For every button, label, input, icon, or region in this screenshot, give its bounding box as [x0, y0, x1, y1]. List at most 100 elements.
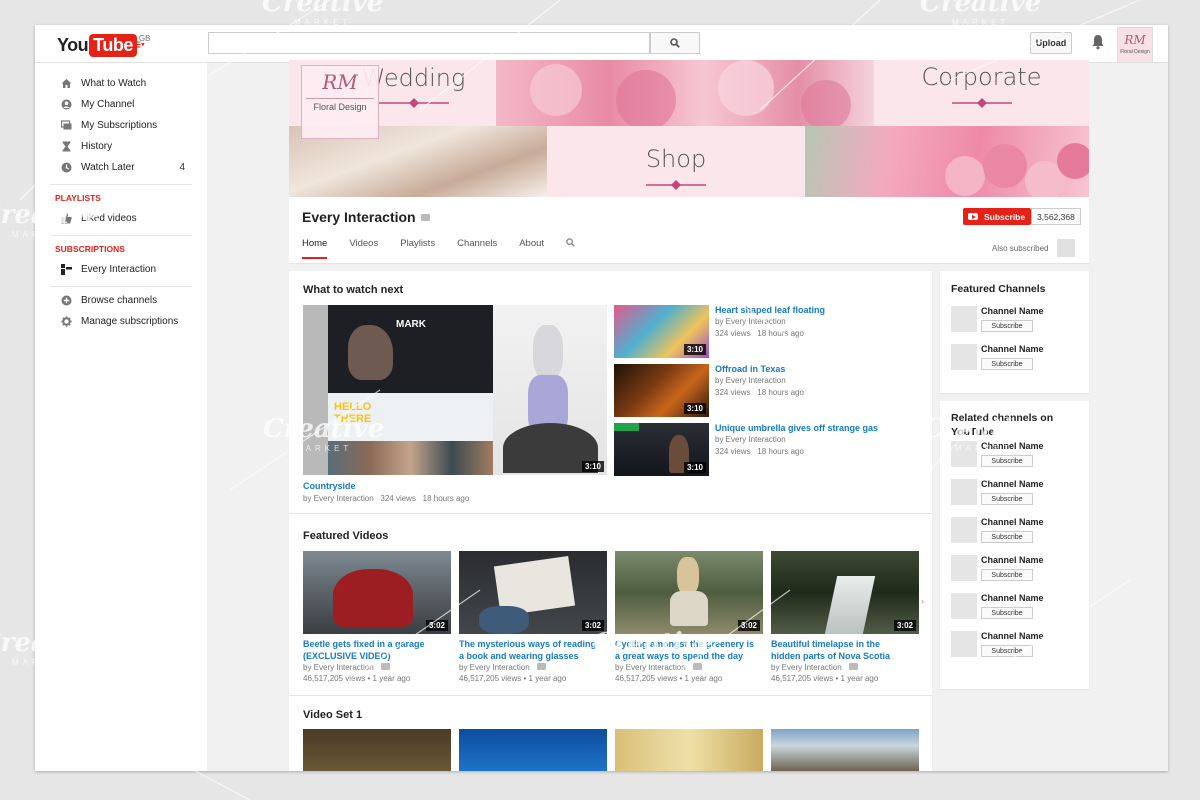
channel-name[interactable]: Channel Name — [981, 517, 1044, 527]
channel-avatar[interactable] — [951, 441, 977, 467]
side-video-title[interactable]: Unique umbrella gives off strange gas — [715, 422, 878, 434]
featured-video-title[interactable]: Beetle gets fixed in a garage (EXCLUSIVE … — [303, 638, 425, 662]
video-duration: 3:10 — [581, 461, 604, 472]
logo-tube-text: Tube — [89, 34, 137, 57]
sidebar-item-every-interaction[interactable]: Every Interaction — [35, 259, 207, 280]
channel-subscribe-button[interactable]: Subscribe — [981, 455, 1033, 467]
tab-videos[interactable]: Videos — [349, 238, 378, 259]
search-input[interactable] — [208, 32, 650, 54]
video-set-thumbnail[interactable] — [771, 729, 919, 771]
sidebar-item-liked-videos[interactable]: Liked videos — [35, 208, 207, 229]
video-channel[interactable]: by Every Interaction — [303, 494, 374, 503]
channel-logo[interactable]: RM Floral Design — [301, 65, 379, 139]
featured-video-title[interactable]: Cycling amongst the greenery is a great w… — [615, 638, 754, 662]
main-video-title[interactable]: Countryside — [303, 480, 356, 492]
tab-channels[interactable]: Channels — [457, 238, 497, 259]
subscribe-label: Subscribe — [984, 211, 1026, 222]
guide-menu-icon[interactable]: ≡▾ — [133, 37, 145, 51]
featured-channels-panel: Featured Channels Channel Name Subscribe… — [940, 271, 1089, 393]
subscribe-button[interactable]: Subscribe — [963, 208, 1031, 225]
notifications-bell-icon[interactable] — [1091, 34, 1105, 55]
account-avatar[interactable]: RM Floral Design — [1117, 27, 1153, 63]
channel-name[interactable]: Channel Name — [981, 555, 1044, 565]
featured-video-title[interactable]: The mysterious ways of reading a book and… — [459, 638, 596, 662]
video-views: 46,517,205 views — [615, 674, 678, 683]
channel-avatar[interactable] — [951, 631, 977, 657]
channel-name[interactable]: Channel Name — [981, 593, 1044, 603]
channel-subscribe-button[interactable]: Subscribe — [981, 531, 1033, 543]
title-line: Beetle gets fixed in a garage — [303, 639, 425, 649]
side-video-title[interactable]: Heart shaped leaf floating — [715, 304, 825, 316]
channel-subscribe-button[interactable]: Subscribe — [981, 320, 1033, 332]
video-stats: 46,517,205 views • 1 year ago — [771, 674, 879, 683]
video-stats: 324 views 18 hours ago — [715, 446, 804, 458]
tab-about[interactable]: About — [519, 238, 544, 259]
side-video-thumbnail[interactable]: 3:10 — [614, 305, 709, 358]
video-set-thumbnail[interactable] — [615, 729, 763, 771]
video-stats: 324 views 18 hours ago — [715, 387, 804, 399]
upload-button[interactable]: Upload — [1030, 32, 1072, 54]
channel-avatar[interactable] — [951, 593, 977, 619]
sidebar-item-manage-subscriptions[interactable]: Manage subscriptions — [35, 311, 207, 332]
clock-icon — [60, 162, 72, 174]
sidebar-item-what-to-watch[interactable]: What to Watch — [35, 73, 207, 94]
channel-avatar[interactable] — [951, 479, 977, 505]
channel-subscribe-button[interactable]: Subscribe — [981, 645, 1033, 657]
what-to-watch-heading: What to watch next — [303, 284, 404, 296]
channel-search-icon[interactable] — [566, 238, 575, 259]
sidebar-item-browse-channels[interactable]: Browse channels — [35, 290, 207, 311]
channel-subscribe-button[interactable]: Subscribe — [981, 607, 1033, 619]
sidebar-item-watch-later[interactable]: Watch Later 4 — [35, 157, 207, 178]
also-subscribed-avatar[interactable] — [1057, 239, 1075, 257]
side-video-title[interactable]: Offroad in Texas — [715, 363, 785, 375]
watermark-text: Creative — [920, 0, 1042, 18]
channel-name[interactable]: Channel Name — [981, 306, 1044, 316]
tab-playlists[interactable]: Playlists — [400, 238, 435, 259]
video-stats: 46,517,205 views • 1 year ago — [615, 674, 723, 683]
featured-video-thumbnail[interactable]: 3:02 — [459, 551, 607, 634]
video-set-thumbnail[interactable] — [303, 729, 451, 771]
channel-name[interactable]: Channel Name — [981, 631, 1044, 641]
side-video-thumbnail[interactable]: 3:10 — [614, 364, 709, 417]
side-video-thumbnail[interactable]: 3:10 — [614, 423, 709, 476]
ornament-icon — [951, 98, 1012, 108]
sidebar-item-my-channel[interactable]: My Channel — [35, 94, 207, 115]
subscriptions-heading[interactable]: SUBSCRIPTIONS — [35, 239, 207, 259]
channel-title[interactable]: Every Interaction — [302, 209, 430, 225]
video-set-heading: Video Set 1 — [303, 709, 363, 721]
channel-subscribe-button[interactable]: Subscribe — [981, 493, 1033, 505]
video-duration: 3:02 — [893, 620, 916, 631]
channel-avatar[interactable] — [951, 555, 977, 581]
channel-name[interactable]: Channel Name — [981, 479, 1044, 489]
banner-shop-title: Shop — [645, 145, 707, 173]
channel-avatar[interactable] — [951, 344, 977, 370]
main-video-thumbnail[interactable]: MARK HELLO THERE 3:10 — [303, 305, 607, 475]
carousel-next-icon[interactable]: › — [921, 596, 924, 606]
featured-video-title[interactable]: Beautiful timelapse in the hidden parts o… — [771, 638, 890, 662]
video-channel[interactable]: by Every Interaction — [715, 434, 786, 446]
channel-subscribe-button[interactable]: Subscribe — [981, 358, 1033, 370]
channel-avatar[interactable] — [951, 306, 977, 332]
video-views: 46,517,205 views — [771, 674, 834, 683]
featured-video-thumbnail[interactable]: 3:02 — [615, 551, 763, 634]
channel-name[interactable]: Channel Name — [981, 344, 1044, 354]
channel-name[interactable]: Channel Name — [981, 441, 1044, 451]
verified-icon — [420, 213, 430, 221]
masthead: You Tube GB ≡▾ Upload RM Floral Design — [35, 25, 1168, 63]
channel-avatar[interactable] — [951, 517, 977, 543]
video-channel[interactable]: by Every Interaction — [715, 316, 786, 328]
channel-subscribe-button[interactable]: Subscribe — [981, 569, 1033, 581]
video-views: 324 views — [380, 494, 416, 503]
channel-text: by Every Interaction — [615, 663, 686, 672]
playlists-heading[interactable]: PLAYLISTS — [35, 188, 207, 208]
video-channel[interactable]: by Every Interaction — [715, 375, 786, 387]
subscriber-count: 3,562,368 — [1031, 208, 1081, 225]
featured-video-thumbnail[interactable]: 3:02 — [771, 551, 919, 634]
video-set-thumbnail[interactable] — [459, 729, 607, 771]
sidebar-item-history[interactable]: History — [35, 136, 207, 157]
search-button[interactable] — [650, 32, 700, 54]
tab-home[interactable]: Home — [302, 238, 328, 259]
ornament-icon — [379, 98, 449, 108]
sidebar-item-my-subscriptions[interactable]: My Subscriptions — [35, 115, 207, 136]
featured-video-thumbnail[interactable]: 3:02 — [303, 551, 451, 634]
